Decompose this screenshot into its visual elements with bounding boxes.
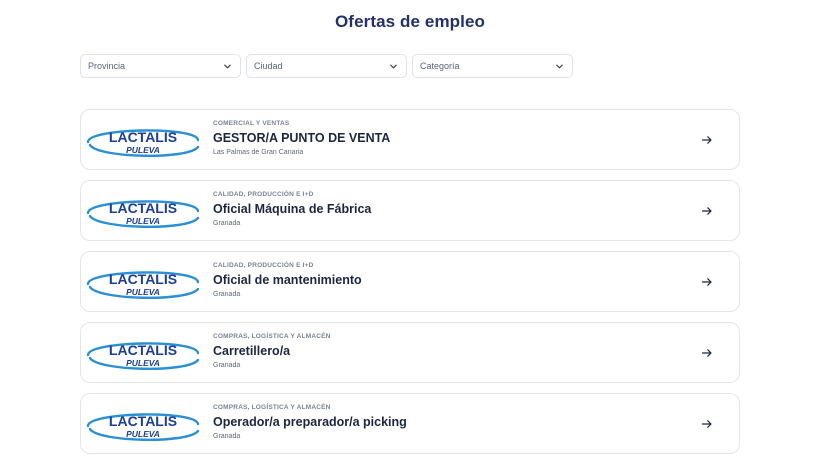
arrow-right-icon[interactable]: [701, 276, 713, 288]
job-title: Oficial de mantenimiento: [213, 273, 362, 287]
lactalis-puleva-logo: LACTALIS PULEVA: [84, 191, 202, 233]
svg-text:LACTALIS: LACTALIS: [109, 413, 177, 429]
svg-text:LACTALIS: LACTALIS: [109, 271, 177, 287]
categoria-select-label: Categoría: [420, 61, 460, 71]
job-location: Granada: [213, 362, 241, 369]
ciudad-select-label: Ciudad: [254, 61, 283, 71]
provincia-select[interactable]: Provincia: [80, 54, 241, 78]
lactalis-puleva-logo: LACTALIS PULEVA: [84, 262, 202, 304]
svg-text:LACTALIS: LACTALIS: [109, 129, 177, 145]
chevron-down-icon: [389, 62, 398, 71]
arrow-right-icon[interactable]: [701, 418, 713, 430]
job-title: Oficial Máquina de Fábrica: [213, 202, 372, 216]
svg-text:PULEVA: PULEVA: [126, 429, 160, 439]
job-location: Granada: [213, 220, 241, 227]
job-card[interactable]: LACTALIS PULEVA COMPRAS, LOGÍSTICA Y ALM…: [80, 393, 740, 454]
lactalis-puleva-logo: LACTALIS PULEVA: [84, 333, 202, 375]
job-card[interactable]: LACTALIS PULEVA COMPRAS, LOGÍSTICA Y ALM…: [80, 322, 740, 383]
job-card[interactable]: LACTALIS PULEVA CALIDAD, PRODUCCIÓN E I+…: [80, 180, 740, 241]
job-title: GESTOR/A PUNTO DE VENTA: [213, 131, 391, 145]
job-category: CALIDAD, PRODUCCIÓN E I+D: [213, 262, 314, 269]
job-category: CALIDAD, PRODUCCIÓN E I+D: [213, 191, 314, 198]
provincia-select-label: Provincia: [88, 61, 126, 71]
svg-text:LACTALIS: LACTALIS: [109, 200, 177, 216]
lactalis-puleva-logo: LACTALIS PULEVA: [84, 404, 202, 446]
svg-text:PULEVA: PULEVA: [126, 145, 160, 155]
filter-bar: Provincia Ciudad Categoría: [80, 54, 573, 78]
job-location: Las Palmas de Gran Canaria: [213, 149, 304, 156]
arrow-right-icon[interactable]: [701, 205, 713, 217]
job-location: Granada: [213, 433, 241, 440]
job-list: LACTALIS PULEVA COMERCIAL Y VENTAS GESTO…: [80, 109, 740, 461]
job-card[interactable]: LACTALIS PULEVA CALIDAD, PRODUCCIÓN E I+…: [80, 251, 740, 312]
ciudad-select[interactable]: Ciudad: [246, 54, 407, 78]
svg-text:PULEVA: PULEVA: [126, 358, 160, 368]
svg-text:LACTALIS: LACTALIS: [109, 342, 177, 358]
job-title: Operador/a preparador/a picking: [213, 415, 407, 429]
svg-text:PULEVA: PULEVA: [126, 216, 160, 226]
svg-text:PULEVA: PULEVA: [126, 287, 160, 297]
job-location: Granada: [213, 291, 241, 298]
chevron-down-icon: [223, 62, 232, 71]
job-category: COMPRAS, LOGÍSTICA Y ALMACÉN: [213, 333, 331, 340]
categoria-select[interactable]: Categoría: [412, 54, 573, 78]
job-card[interactable]: LACTALIS PULEVA COMERCIAL Y VENTAS GESTO…: [80, 109, 740, 170]
job-title: Carretillero/a: [213, 344, 291, 358]
page-title: Ofertas de empleo: [334, 12, 486, 31]
arrow-right-icon[interactable]: [701, 347, 713, 359]
arrow-right-icon[interactable]: [701, 134, 713, 146]
job-category: COMPRAS, LOGÍSTICA Y ALMACÉN: [213, 404, 331, 411]
job-category: COMERCIAL Y VENTAS: [213, 120, 290, 127]
chevron-down-icon: [555, 62, 564, 71]
lactalis-puleva-logo: LACTALIS PULEVA: [84, 120, 202, 162]
